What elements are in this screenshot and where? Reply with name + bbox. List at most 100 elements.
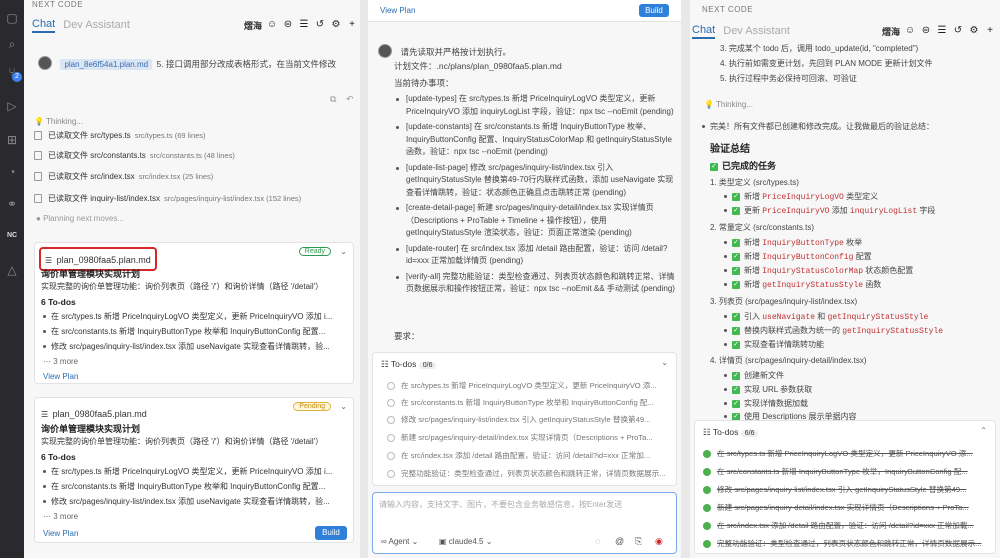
todo-item[interactable]: 新建 src/pages/inquiry-detail/index.tsx 实现… [387, 432, 673, 443]
todo-item: 在 src/types.ts 新增 PriceInquiryLogVO 类型定义… [43, 466, 349, 477]
todo-item[interactable]: 在 src/constants.ts 新增 InquiryButtonType … [387, 397, 673, 408]
bot-icon[interactable]: ⊜ [920, 25, 932, 37]
pending-item: [update-router] 在 src/index.tsx 添加 /deta… [396, 243, 676, 268]
todo-item[interactable]: 在 src/index.tsx 添加 /detail 路由配置，验证：访问 /d… [703, 520, 987, 531]
chat-input[interactable]: 请输入内容，支持文字、图片，不要包含业务敏感信息，按Enter发送 [379, 499, 671, 510]
nextcode-icon[interactable]: NC [4, 228, 20, 244]
agent-select[interactable]: ∞ Agent ⌄ [381, 537, 418, 546]
tab-dev-assistant[interactable]: Dev Assistant [63, 19, 130, 31]
view-plan-link[interactable]: View Plan [43, 529, 78, 538]
chevron-down-icon[interactable]: ⌃ [980, 426, 987, 435]
plus-icon[interactable]: + [984, 25, 996, 37]
todo-item[interactable]: 修改 src/pages/inquiry-list/index.tsx 引入 g… [703, 484, 987, 495]
plan-file[interactable]: ☰ plan_0980faa5.plan.md [41, 404, 147, 422]
todos-count: 0/6 [418, 362, 437, 369]
plus-icon[interactable]: + [346, 19, 358, 31]
more-todos[interactable]: ⋯ 3 more [43, 357, 78, 366]
section-types: 1. 类型定义 (src/types.ts) [710, 178, 799, 187]
robot-icon[interactable]: ☺ [266, 19, 278, 31]
todo-item[interactable]: 完整功能验证：类型检查通过，列表页状态颜色和跳转正常，详情页数据展示... [387, 468, 673, 479]
planning-status: ● Planning next moves... [36, 214, 124, 223]
done-message: 完美！所有文件都已创建和修改完成。让我做最后的验证总结： [702, 120, 998, 133]
checkbox-icon [387, 399, 395, 407]
gear-icon[interactable]: ⚙ [330, 19, 342, 31]
pending-heading: 当前待办事项： [394, 78, 454, 88]
user-message: plan_8e6f54a1.plan.md 5. 接口调用部分改成表格形式，在当… [38, 54, 354, 72]
todo-item[interactable]: 修改 src/pages/inquiry-list/index.tsx 引入 g… [387, 414, 673, 425]
gear-icon[interactable]: ⚙ [968, 25, 980, 37]
tab-dev-assistant[interactable]: Dev Assistant [723, 25, 790, 37]
user-message: 请先读取并严格按计划执行。 [378, 42, 674, 60]
file-read-4[interactable]: 已读取文件 inquiry-list/index.tsx src/pages/in… [34, 193, 301, 204]
checkbox-icon [387, 416, 395, 424]
task-line: ✓ 新增 InquiryButtonConfig 配置 [724, 250, 872, 264]
check-circle-icon [703, 504, 711, 512]
todos-header[interactable]: ☷ To-dos 0/6 [381, 359, 437, 370]
stop-icon[interactable]: ◉ [655, 536, 663, 547]
tab-chat[interactable]: Chat [692, 24, 716, 39]
extensions-icon[interactable]: ⊞ [4, 132, 20, 148]
infinity-icon: ∞ [381, 537, 387, 546]
check-icon: ✓ [732, 340, 740, 349]
step-text: 5. 执行过程中务必保持可回滚、可验证 [720, 74, 857, 83]
todo-item[interactable]: 完整功能验证：类型检查通过，列表页状态颜色和跳转正常，详情页数据展示... [703, 538, 987, 549]
task-line: ✓ 引入 useNavigate 和 getInquiryStatusStyle [724, 310, 928, 324]
check-circle-icon [703, 450, 711, 458]
done-tasks-heading: ✓ 已完成的任务 [710, 161, 777, 171]
file-read-3[interactable]: 已读取文件 src/index.tsx src/index.tsx (25 lin… [34, 171, 213, 182]
thinking-label: 💡 Thinking... [704, 100, 753, 109]
attach-icon[interactable]: ⎘ [635, 536, 642, 547]
thinking-label: 💡 Thinking... [34, 117, 83, 126]
file-read-1[interactable]: 已读取文件 src/types.ts src/types.ts (69 lines… [34, 130, 206, 141]
history-icon[interactable]: ↺ [314, 19, 326, 31]
triangle-icon[interactable]: △ [4, 262, 20, 278]
todo-item: 修改 src/pages/inquiry-list/index.tsx 添加 u… [43, 496, 349, 507]
build-button[interactable]: Build [315, 526, 347, 540]
left-panel: ▢ ⌕ ⑂ 2 ▷ ⊞ ◔ ⚭ NC △ NEXT CODE Chat Dev … [0, 0, 360, 558]
todos-count: 6 To-dos [41, 452, 76, 462]
checkbox-icon [387, 470, 395, 478]
graph-icon[interactable]: ⚭ [4, 196, 20, 212]
stack-icon[interactable]: ☰ [936, 25, 948, 37]
task-line: ✓ 新增 InquiryStatusColorMap 状态颜色配置 [724, 264, 913, 278]
tab-chat[interactable]: Chat [32, 18, 56, 33]
remote-icon[interactable]: ◔ [4, 164, 20, 180]
chevron-down-icon[interactable]: ⌄ [661, 358, 668, 367]
todos-header[interactable]: ☷ To-dos 6/6 [703, 427, 759, 438]
todo-item[interactable]: 在 src/index.tsx 添加 /detail 路由配置，验证：访问 /d… [387, 450, 673, 461]
check-circle-icon [703, 540, 711, 548]
copy-icon[interactable]: ⧉ [330, 94, 336, 105]
search-icon[interactable]: ⌕ [4, 36, 20, 52]
plan-chip[interactable]: plan_8e6f54a1.plan.md [60, 59, 153, 70]
task-line: ✓ 新增 getInquiryStatusStyle 函数 [724, 278, 881, 292]
section-list-page: 3. 列表页 (src/pages/inquiry-list/index.tsx… [710, 297, 858, 306]
files-icon[interactable]: ▢ [4, 10, 20, 26]
more-todos[interactable]: ⋯ 3 more [43, 512, 78, 521]
chevron-down-icon[interactable]: ⌄ [340, 402, 347, 411]
file-read-2[interactable]: 已读取文件 src/constants.ts src/constants.ts (… [34, 150, 235, 161]
todos-panel: ☷ To-dos 6/6 ⌃ 在 src/types.ts 新增 PriceIn… [694, 420, 996, 554]
list-icon: ☷ [381, 359, 389, 369]
build-button[interactable]: Build [639, 4, 669, 17]
todo-item[interactable]: 在 src/constants.ts 新增 InquiryButtonType … [703, 466, 987, 477]
task-line: ✓ 实现查看详情跳转功能 [724, 338, 824, 351]
pending-item: [update-list-page] 修改 src/pages/inquiry-… [396, 162, 676, 200]
robot-icon[interactable]: ☺ [904, 25, 916, 37]
model-select[interactable]: ▣ claude4.5 ⌄ [439, 537, 492, 546]
todo-item[interactable]: 在 src/types.ts 新增 PriceInquiryLogVO 类型定义… [703, 448, 987, 459]
view-plan-link[interactable]: View Plan [43, 372, 78, 381]
section-constants: 2. 常量定义 (src/constants.ts) [710, 223, 815, 232]
todo-item[interactable]: 在 src/types.ts 新增 PriceInquiryLogVO 类型定义… [387, 380, 673, 391]
run-debug-icon[interactable]: ▷ [4, 98, 20, 114]
at-icon[interactable]: @ [615, 536, 624, 546]
chevron-down-icon[interactable]: ⌄ [340, 247, 347, 256]
requirements-heading: 要求： [394, 331, 420, 341]
check-icon: ✓ [732, 280, 740, 289]
undo-icon[interactable]: ↶ [346, 94, 354, 105]
message-text: 请先读取并严格按计划执行。 [400, 47, 511, 57]
todo-item[interactable]: 新建 src/pages/inquiry-detail/index.tsx 实现… [703, 502, 987, 513]
history-icon[interactable]: ↺ [952, 25, 964, 37]
bot-icon[interactable]: ⊜ [282, 19, 294, 31]
view-plan-link[interactable]: View Plan [380, 6, 415, 15]
stack-icon[interactable]: ☰ [298, 19, 310, 31]
